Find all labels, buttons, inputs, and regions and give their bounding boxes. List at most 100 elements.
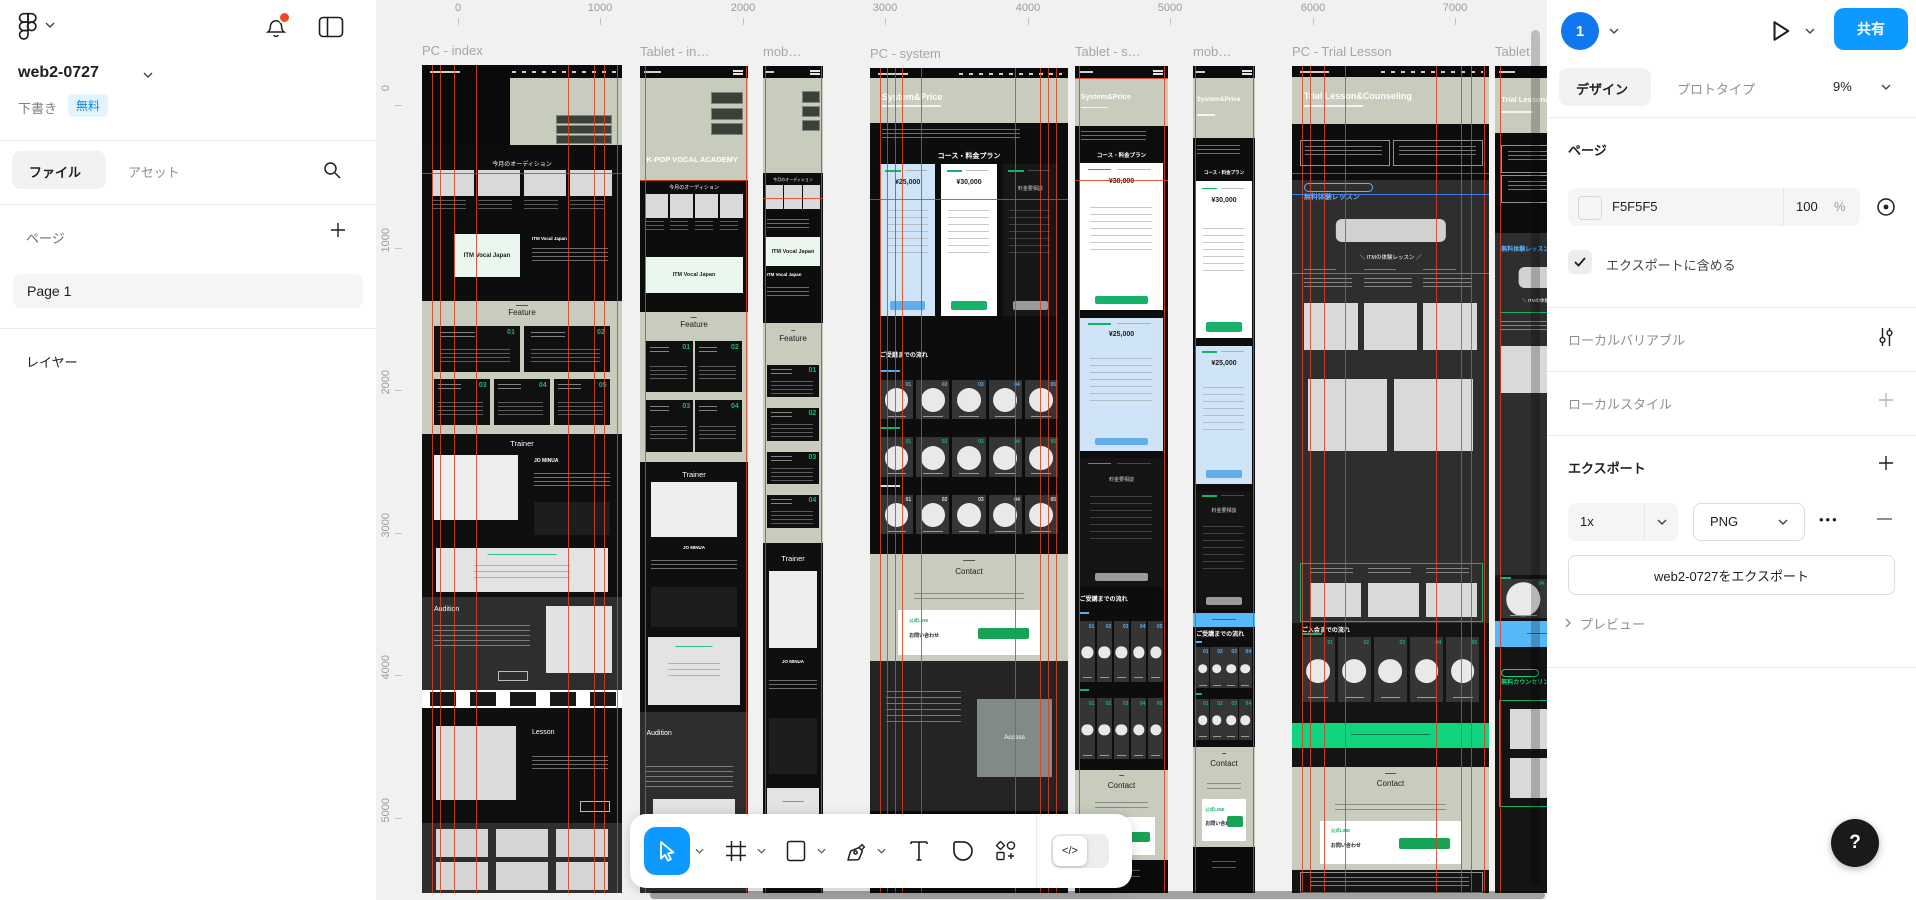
frame-title[interactable]: PC - Trial Lesson	[1292, 44, 1392, 59]
horizontal-scrollbar[interactable]	[650, 891, 1545, 899]
avatar-chevron-icon[interactable]	[1609, 28, 1619, 34]
notifications-bell-icon[interactable]	[264, 14, 288, 40]
add-page-icon[interactable]	[330, 222, 346, 238]
frame-title[interactable]: PC - index	[422, 43, 483, 58]
pen-tool[interactable]	[844, 827, 870, 875]
frame-title[interactable]: Tablet	[1495, 44, 1530, 59]
export-format-select[interactable]: PNG	[1693, 503, 1805, 541]
move-tool-chevron-icon[interactable]	[690, 827, 708, 875]
space-section	[422, 145, 622, 155]
canvas-frame[interactable]: System&Priceコース・料金プラン¥25,000¥30,000料金要相談…	[870, 68, 1068, 893]
zoom-level[interactable]: 9%	[1833, 79, 1852, 94]
tab-file[interactable]: ファイル	[12, 151, 106, 189]
export-scale-select[interactable]: 1x	[1568, 503, 1678, 541]
frame-title[interactable]: mob…	[1193, 44, 1231, 59]
text-tool[interactable]	[906, 827, 932, 875]
add-export-icon[interactable]	[1878, 455, 1894, 471]
include-export-label[interactable]: エクスポートに含める	[1606, 255, 1736, 274]
frame-tool-chevron-icon[interactable]	[752, 827, 770, 875]
export-options-kebab-icon[interactable]: •••	[1819, 512, 1839, 527]
local-styles-header[interactable]: ローカルスタイル	[1568, 394, 1672, 413]
hero-section	[422, 78, 622, 145]
layout-guide	[1484, 66, 1485, 893]
ruler-tick	[600, 18, 601, 25]
tab-assets[interactable]: アセット	[128, 162, 180, 181]
preview-chevron-icon[interactable]	[1565, 618, 1571, 628]
tab-prototype[interactable]: プロトタイプ	[1677, 79, 1755, 98]
ruler-label: 2000	[380, 370, 392, 394]
canvas-frame[interactable]: Trial Lesson&Counseling無料体験レッスン＼ ITMの体験レ…	[1292, 66, 1489, 893]
flow-step-card: 01	[880, 437, 913, 476]
remove-export-icon[interactable]: —	[1877, 510, 1892, 527]
canvas-frame[interactable]: System&Priceコース・料金プラン¥30,000¥25,000料金要相談…	[1075, 66, 1168, 893]
avatar[interactable]: 1	[1561, 12, 1599, 50]
file-menu-chevron-icon[interactable]	[143, 72, 153, 78]
zoom-chevron-icon[interactable]	[1881, 84, 1891, 90]
feature-card: 04	[695, 400, 741, 452]
page-color-row[interactable]: F5F5F5 100 %	[1568, 188, 1860, 226]
dev-mode-toggle[interactable]: </>	[1051, 834, 1109, 868]
visibility-eye-icon[interactable]	[1875, 196, 1897, 218]
present-play-icon[interactable]	[1769, 18, 1791, 44]
space-section	[640, 232, 748, 254]
layout-guide	[1471, 66, 1472, 893]
canvas-frame[interactable]: 今月のオーディションITM Vocal JapanITM Vocal Japan…	[763, 66, 823, 893]
color-opacity-value[interactable]: 100	[1796, 199, 1818, 214]
move-tool[interactable]	[644, 827, 690, 875]
color-swatch[interactable]	[1578, 196, 1602, 220]
layout-guide	[1461, 66, 1462, 893]
canvas-frame[interactable]: K-POP VOCAL ACADEMY今月のオーディションITM Vocal J…	[640, 66, 748, 893]
shape-tool[interactable]	[784, 827, 808, 875]
page-item[interactable]: Page 1	[13, 274, 363, 308]
frame-title[interactable]: Tablet - s…	[1075, 44, 1141, 59]
trainer-title: Trainer	[682, 470, 705, 479]
flow-step-number: 03	[1231, 701, 1237, 707]
main-menu-chevron-icon[interactable]	[45, 22, 55, 28]
figma-logo-icon[interactable]	[18, 12, 38, 42]
export-button[interactable]: web2-0727をエクスポート	[1568, 555, 1895, 595]
toggle-sidebar-icon[interactable]	[318, 16, 344, 38]
include-export-checkbox[interactable]	[1568, 250, 1592, 274]
file-name[interactable]: web2-0727	[18, 64, 99, 82]
flow-step-circle	[1198, 664, 1208, 674]
dev-mode-knob: </>	[1053, 836, 1087, 866]
color-hex-value[interactable]: F5F5F5	[1612, 199, 1658, 214]
frame-title[interactable]: PC - system	[870, 46, 941, 61]
trainer-card	[534, 502, 610, 535]
add-style-icon[interactable]	[1878, 392, 1894, 408]
hero-section: Trial Lesson&Counseling	[1292, 77, 1489, 124]
canvas-frame[interactable]: 今月のオーディションITM Vocal JapanITM Vocal Japan…	[422, 65, 622, 893]
flow-step-card: 01	[1080, 621, 1096, 682]
layout-guide	[1302, 66, 1303, 893]
nav-section	[1193, 66, 1255, 78]
canvas-frame[interactable]: System&Priceコース・料金プラン¥30,000¥25,000料金要相談…	[1193, 66, 1255, 893]
search-icon[interactable]	[322, 160, 342, 180]
feature-card: 04	[494, 379, 550, 425]
actions-icon[interactable]	[992, 827, 1020, 875]
preview-label[interactable]: プレビュー	[1580, 614, 1645, 633]
variables-sliders-icon[interactable]	[1877, 327, 1895, 347]
layout-guide	[1079, 66, 1080, 893]
canvas[interactable]: 0100020003000400050006000700001000200030…	[376, 0, 1547, 900]
frame-title[interactable]: mob…	[763, 44, 801, 59]
frame-tool[interactable]	[724, 827, 748, 875]
feature-card: 03	[767, 452, 820, 484]
nav-section	[1292, 66, 1489, 77]
plan-badge[interactable]: 無料	[68, 94, 108, 117]
frame-title[interactable]: Tablet - in…	[640, 44, 709, 59]
feature-number: 03	[682, 403, 690, 410]
vertical-scrollbar[interactable]	[1531, 30, 1540, 886]
left-sidebar: web2-0727 下書き 無料 ファイル アセット ページ Page 1 レイ…	[0, 0, 377, 900]
local-variables-header[interactable]: ローカルバリアブル	[1568, 330, 1685, 349]
help-button[interactable]: ?	[1831, 819, 1879, 867]
pen-tool-chevron-icon[interactable]	[872, 827, 890, 875]
price-value: ¥25,000	[1211, 360, 1236, 367]
shape-tool-chevron-icon[interactable]	[812, 827, 830, 875]
comment-tool[interactable]	[950, 827, 976, 875]
share-button[interactable]: 共有	[1834, 8, 1908, 50]
feature-number: 03	[479, 382, 487, 389]
tab-design[interactable]: デザイン	[1559, 68, 1651, 106]
outlined-card	[1501, 145, 1547, 172]
nav-section	[640, 66, 748, 78]
present-chevron-icon[interactable]	[1805, 28, 1815, 34]
